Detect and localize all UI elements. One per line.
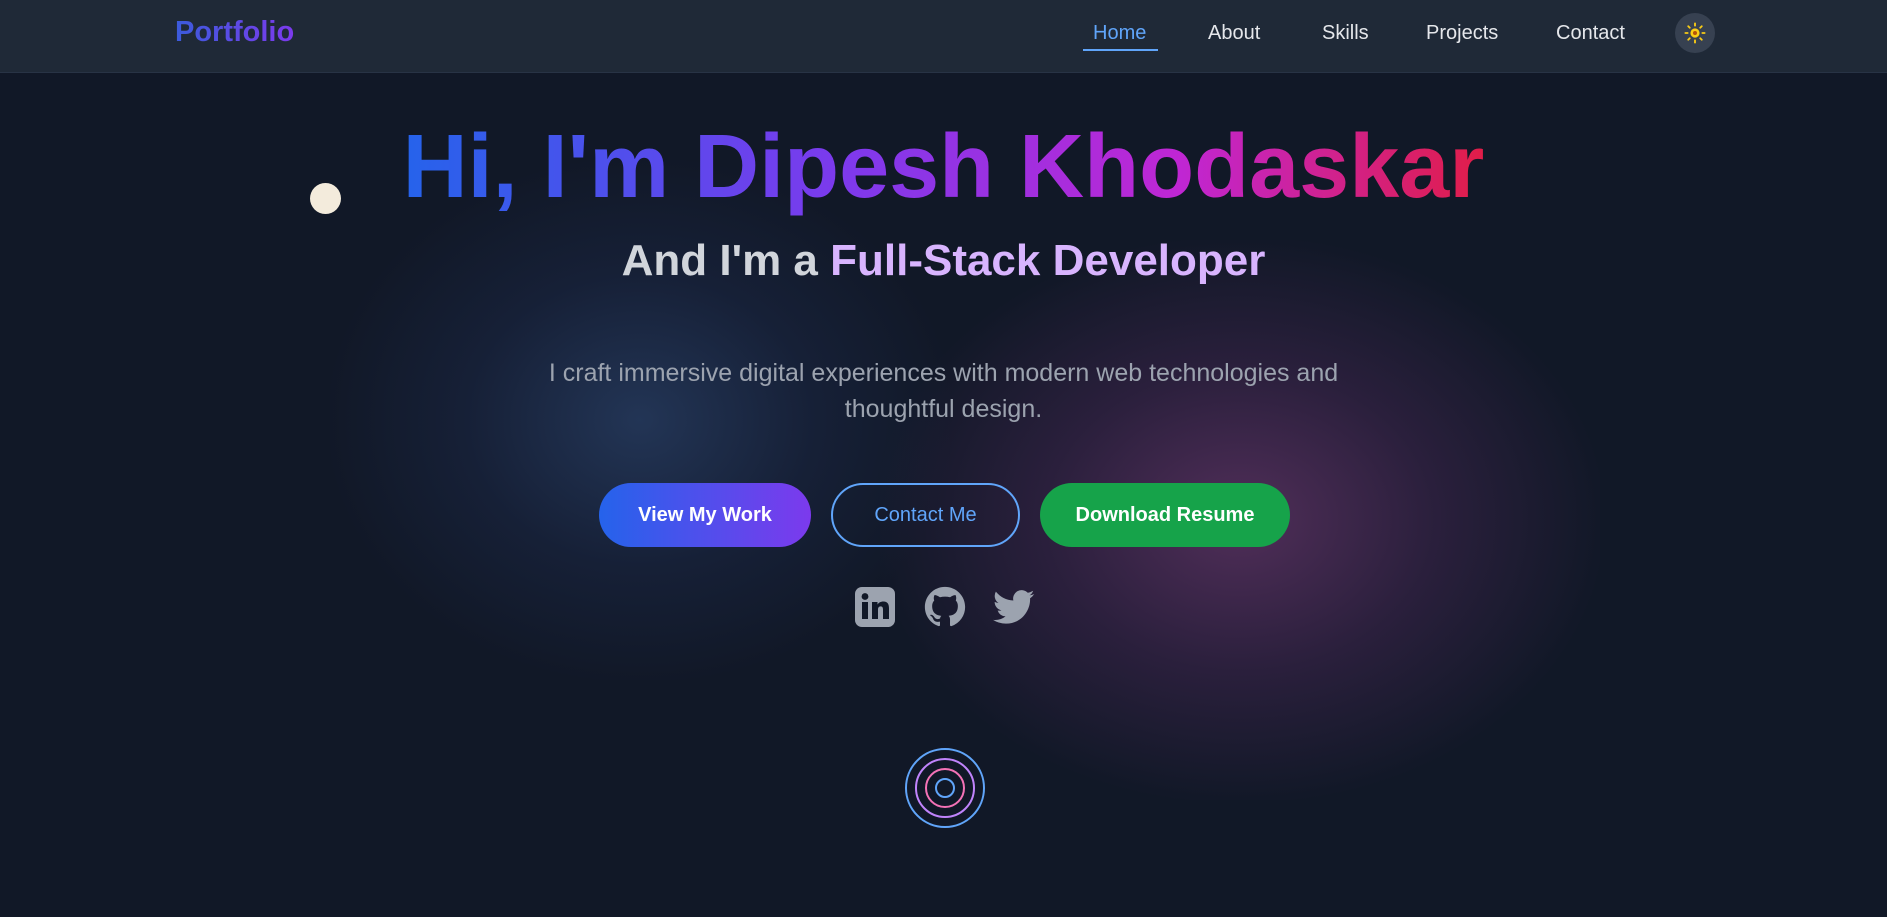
hero-description: I craft immersive digital experiences wi… bbox=[0, 355, 1887, 427]
navbar: Portfolio Home About Skills Projects Con… bbox=[0, 0, 1887, 73]
theme-toggle-button[interactable] bbox=[1675, 13, 1715, 53]
hero-subtitle: And I'm a Full-Stack Developer bbox=[0, 236, 1887, 286]
hero-title: Hi, I'm Dipesh Khodaskar bbox=[0, 112, 1887, 222]
github-icon bbox=[924, 586, 966, 627]
twitter-link[interactable] bbox=[993, 586, 1035, 628]
concentric-rings-icon bbox=[905, 748, 985, 828]
nav-item-projects[interactable]: Projects bbox=[1426, 22, 1498, 45]
github-link[interactable] bbox=[924, 586, 966, 628]
twitter-icon bbox=[993, 590, 1035, 624]
logo[interactable]: Portfolio bbox=[175, 16, 294, 49]
nav-active-underline bbox=[1083, 49, 1158, 51]
description-line-1: I craft immersive digital experiences wi… bbox=[548, 359, 1339, 387]
subtitle-role: Full-Stack Developer bbox=[830, 236, 1266, 285]
hero-title-text: Hi, I'm Dipesh Khodaskar bbox=[402, 117, 1485, 217]
portfolio-page: Portfolio Home About Skills Projects Con… bbox=[0, 0, 1887, 917]
sun-icon bbox=[1684, 22, 1706, 44]
subtitle-prefix: And I'm a bbox=[621, 236, 831, 285]
nav-item-contact[interactable]: Contact bbox=[1556, 22, 1625, 45]
nav-item-about[interactable]: About bbox=[1208, 22, 1260, 45]
view-my-work-button[interactable]: View My Work bbox=[599, 483, 811, 547]
linkedin-link[interactable] bbox=[854, 586, 896, 628]
nav-item-home[interactable]: Home bbox=[1093, 22, 1146, 45]
contact-me-button[interactable]: Contact Me bbox=[831, 483, 1020, 547]
description-line-2: thoughtful design. bbox=[844, 395, 1043, 423]
scroll-down-indicator[interactable] bbox=[904, 747, 986, 829]
download-resume-button[interactable]: Download Resume bbox=[1040, 483, 1290, 547]
linkedin-icon bbox=[855, 587, 895, 627]
nav-item-skills[interactable]: Skills bbox=[1322, 22, 1369, 45]
